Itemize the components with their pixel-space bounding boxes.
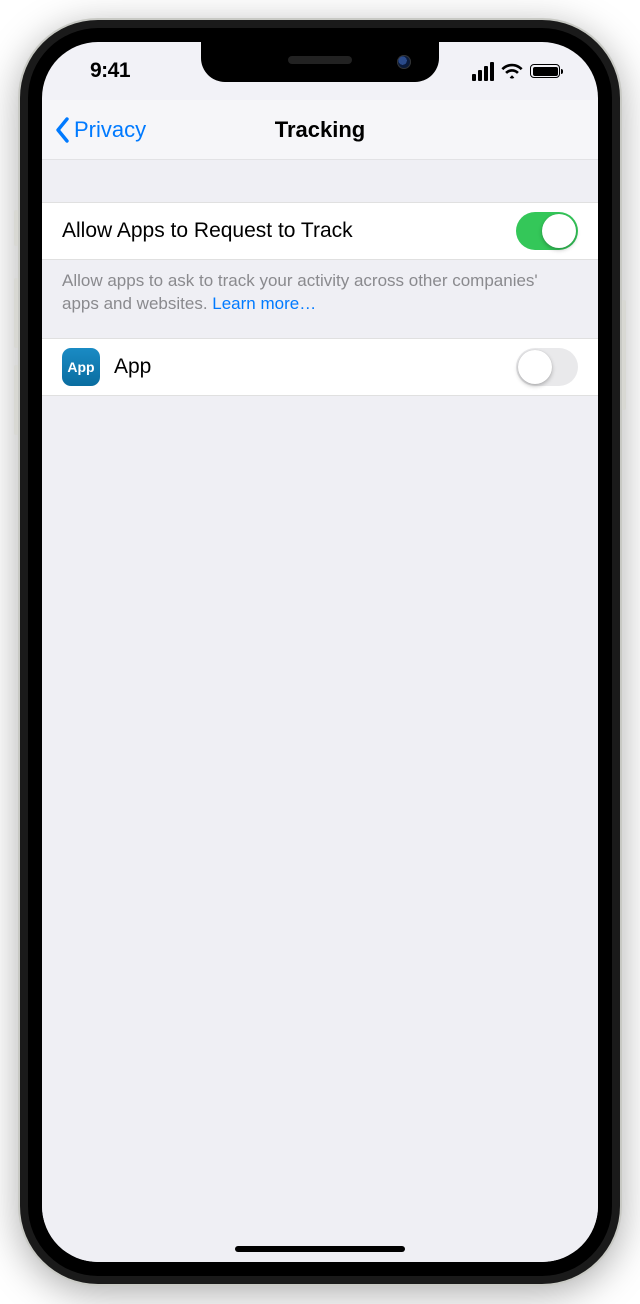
back-button[interactable]: Privacy bbox=[42, 116, 146, 144]
app-name-label: App bbox=[114, 355, 516, 379]
home-indicator[interactable] bbox=[235, 1246, 405, 1252]
speaker-grille bbox=[288, 56, 352, 64]
content-area: Allow Apps to Request to Track Allow app… bbox=[42, 160, 598, 1262]
device-frame: 9:41 Pri bbox=[20, 20, 620, 1284]
allow-apps-request-toggle[interactable] bbox=[516, 212, 578, 250]
allow-apps-request-label: Allow Apps to Request to Track bbox=[62, 219, 516, 243]
volume-down-button[interactable] bbox=[14, 365, 18, 435]
back-label: Privacy bbox=[74, 117, 146, 143]
wifi-icon bbox=[501, 63, 523, 79]
cellular-signal-icon bbox=[472, 62, 494, 81]
allow-apps-request-row: Allow Apps to Request to Track bbox=[42, 202, 598, 260]
nav-header: Privacy Tracking bbox=[42, 100, 598, 160]
section-footer: Allow apps to ask to track your activity… bbox=[42, 260, 598, 338]
app-tracking-toggle[interactable] bbox=[516, 348, 578, 386]
app-icon: App bbox=[62, 348, 100, 386]
mute-switch[interactable] bbox=[14, 210, 18, 246]
volume-up-button[interactable] bbox=[14, 278, 18, 348]
front-camera bbox=[397, 55, 411, 69]
screen: 9:41 Pri bbox=[42, 42, 598, 1262]
power-button[interactable] bbox=[622, 300, 626, 410]
learn-more-link[interactable]: Learn more… bbox=[212, 294, 316, 313]
notch bbox=[201, 42, 439, 82]
chevron-left-icon bbox=[54, 116, 70, 144]
app-row: App App bbox=[42, 338, 598, 396]
battery-icon bbox=[530, 64, 560, 78]
status-time: 9:41 bbox=[74, 59, 130, 83]
